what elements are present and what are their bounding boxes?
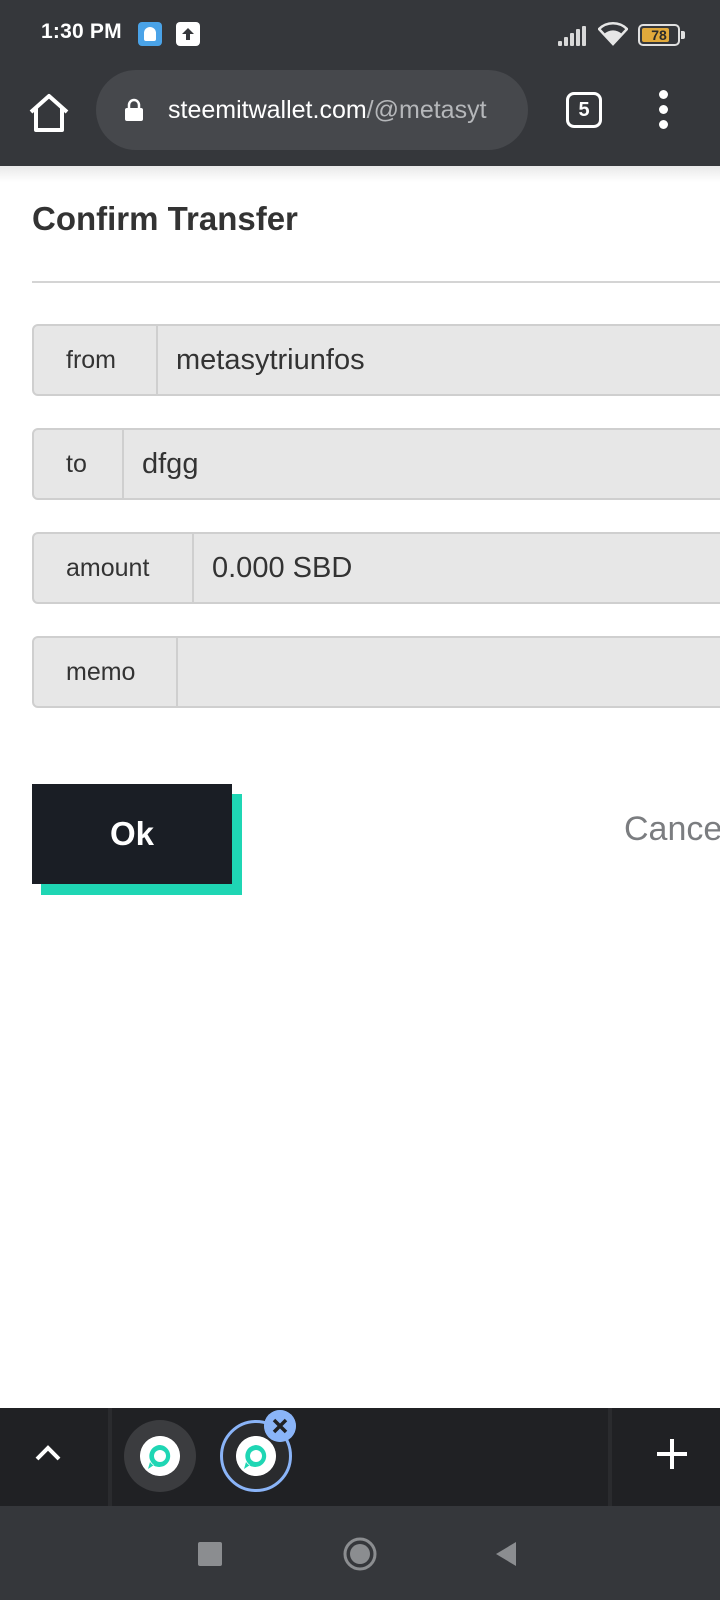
status-time: 1:30 PM [41, 20, 122, 43]
from-field: from metasytriunfos [32, 324, 720, 396]
browser-toolbar: steemitwallet.com/@metasyt 5 [0, 68, 720, 166]
tab-thumbnail[interactable] [124, 1420, 196, 1492]
recents-icon[interactable] [198, 1542, 222, 1566]
url-text: steemitwallet.com/@metasyt [168, 94, 516, 126]
amount-value: 0.000 SBD [212, 552, 353, 584]
system-nav-bar [0, 1506, 720, 1600]
ok-button[interactable]: Ok [32, 784, 232, 884]
memo-label: memo [34, 638, 178, 706]
lock-icon [125, 98, 143, 121]
url-host: steemitwallet.com [168, 96, 367, 124]
amount-label: amount [34, 534, 194, 602]
steemit-logo-icon [140, 1436, 180, 1476]
battery-icon: 78 [638, 24, 685, 46]
close-icon[interactable] [264, 1410, 296, 1442]
back-icon[interactable] [494, 1540, 518, 1568]
nav-home-icon[interactable] [342, 1536, 378, 1572]
wifi-icon [598, 22, 628, 46]
plus-icon[interactable] [654, 1436, 690, 1472]
chevron-up-icon[interactable] [34, 1442, 62, 1464]
address-bar[interactable]: steemitwallet.com/@metasyt [96, 70, 528, 150]
to-field: to dfgg [32, 428, 720, 500]
home-icon[interactable] [26, 90, 72, 136]
page-title: Confirm Transfer [32, 200, 298, 237]
status-bar: 1:30 PM 78 [0, 0, 720, 68]
memo-field: memo [32, 636, 720, 708]
more-vert-icon[interactable] [650, 88, 678, 132]
battery-level: 78 [651, 27, 667, 43]
from-label: from [34, 326, 158, 394]
toolbar-shadow [0, 166, 720, 182]
cancel-button[interactable]: Cance [624, 810, 720, 849]
signal-icon [558, 26, 588, 46]
tab-strip [0, 1408, 720, 1506]
steemit-logo-icon [236, 1436, 276, 1476]
amount-field: amount 0.000 SBD [32, 532, 720, 604]
upload-icon [176, 22, 200, 46]
url-path: /@metasyt [366, 96, 487, 124]
divider [32, 281, 720, 283]
notification-app-icon [138, 22, 162, 46]
from-value: metasytriunfos [176, 344, 365, 376]
tab-switcher-icon[interactable]: 5 [566, 92, 602, 128]
to-label: to [34, 430, 124, 498]
to-value: dfgg [142, 448, 199, 480]
